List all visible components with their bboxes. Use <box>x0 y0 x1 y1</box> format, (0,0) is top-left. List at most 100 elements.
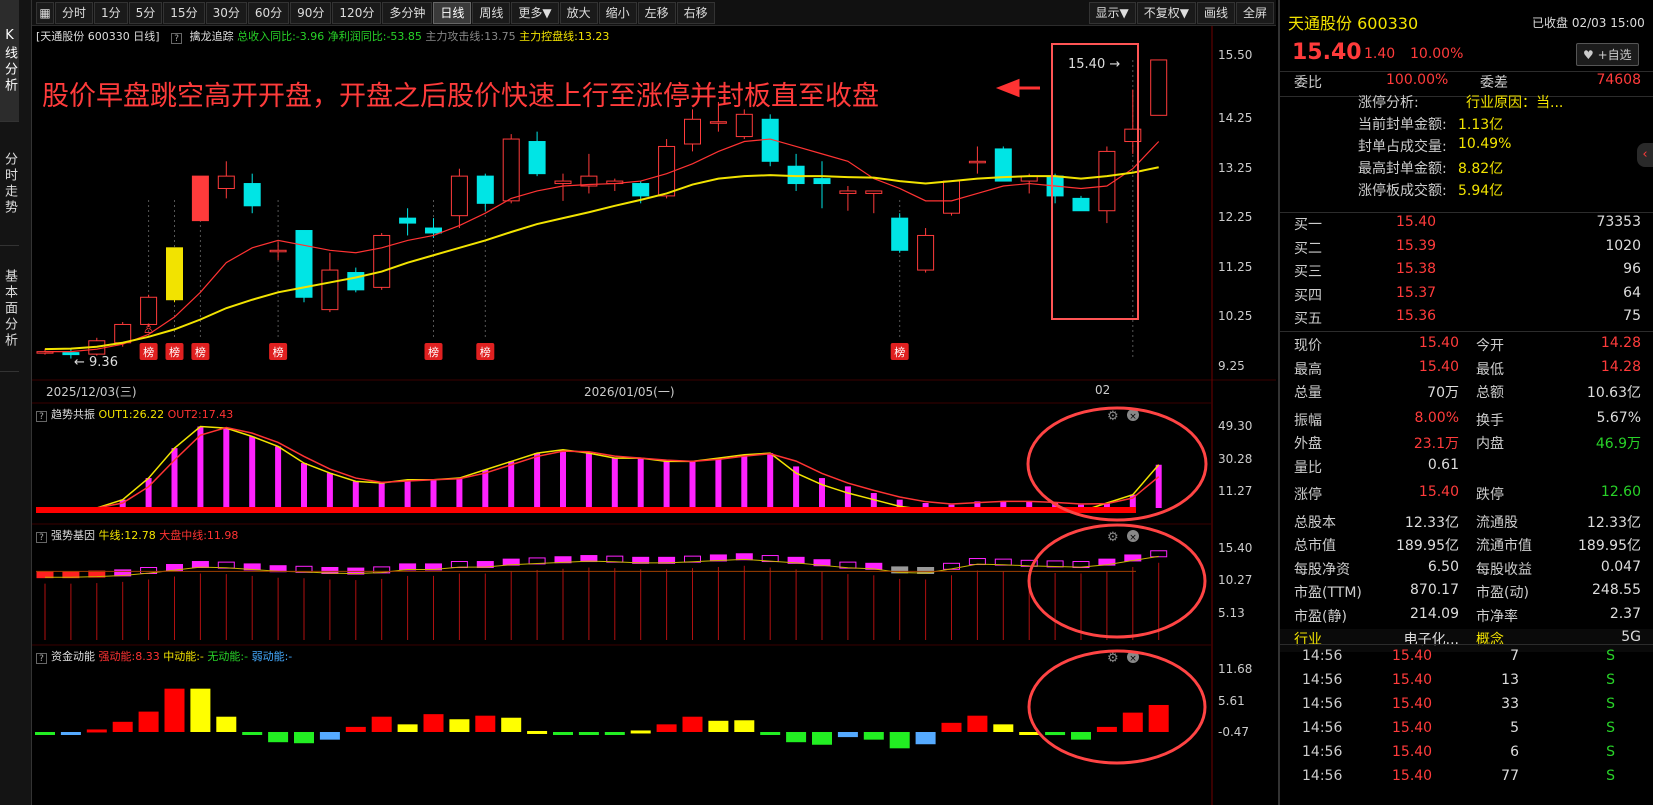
quote-value: 14.28 <box>1600 335 1641 351</box>
bid-row[interactable]: 买三 15.38 96 <box>1280 261 1653 284</box>
svg-text:榜: 榜 <box>143 345 154 359</box>
tab-fundamental[interactable]: 基本面分析 <box>0 246 19 372</box>
bang-marker[interactable]: 榜 <box>424 343 443 360</box>
weicha-label: 委差 <box>1480 75 1508 91</box>
stock-name[interactable]: 天通股份 600330 <box>1288 10 1418 34</box>
quote-value: 248.55 <box>1592 582 1641 598</box>
limit-value: 行业原因：当... <box>1466 95 1564 111</box>
tab-intraday[interactable]: 分时走势 <box>0 122 19 246</box>
candle <box>813 161 831 209</box>
revenue-yoy: 总收入同比:-3.96 <box>237 30 325 43</box>
momentum-bar <box>294 732 314 744</box>
axis-tick: 10.27 <box>1218 573 1253 587</box>
period-button[interactable]: 1分 <box>94 1 128 24</box>
period-button[interactable]: 日线 <box>433 1 472 24</box>
bid-row[interactable]: 买四 15.37 64 <box>1280 285 1653 308</box>
price-tick: 14.25 <box>1218 111 1253 125</box>
bid-row[interactable]: 买一 15.40 73353 <box>1280 214 1653 237</box>
price-tick: 15.50 <box>1218 48 1253 62</box>
tab-kline[interactable]: K线分析 <box>0 0 19 122</box>
toolbar-button[interactable]: 显示▼ <box>1088 2 1136 24</box>
gear-icon[interactable]: ⚙ <box>1107 651 1119 666</box>
collapse-arrow-icon[interactable]: ‹ <box>1637 143 1653 167</box>
candle <box>1098 146 1116 224</box>
period-button[interactable]: 缩小 <box>598 1 637 24</box>
sub3-axis: 11.68 5.61 -0.47 <box>1212 645 1276 805</box>
momentum-bar <box>578 732 599 735</box>
panel-settings[interactable]: ⚙ × <box>1107 530 1139 545</box>
add-watchlist-button[interactable]: ♥ +自选 <box>1576 43 1639 66</box>
indicator-name[interactable]: 擒龙追踪 <box>190 30 234 43</box>
gear-icon[interactable]: ⚙ <box>1107 409 1119 424</box>
help-icon[interactable]: ? <box>36 532 47 543</box>
period-button[interactable]: 分时 <box>55 1 94 24</box>
period-button[interactable]: 15分 <box>163 1 205 24</box>
gene-bar <box>88 570 106 578</box>
indicator-name[interactable]: 强势基因 <box>51 529 95 542</box>
period-button[interactable]: 更多▼ <box>511 1 559 24</box>
help-icon[interactable]: ? <box>171 33 183 44</box>
period-button[interactable]: 5分 <box>128 1 163 24</box>
period-button[interactable]: 多分钟 <box>382 1 433 24</box>
period-button[interactable]: 30分 <box>205 1 247 24</box>
gene-bar <box>295 565 313 573</box>
gear-icon[interactable]: ⚙ <box>1107 530 1119 545</box>
svg-text:×: × <box>1129 533 1137 543</box>
bid-volume: 75 <box>1623 308 1641 324</box>
gene-bar <box>813 559 831 567</box>
resonance-bar <box>301 463 307 508</box>
bang-marker[interactable]: 榜 <box>890 343 909 360</box>
panel-settings[interactable]: ⚙ × <box>1107 651 1139 666</box>
candle <box>295 230 313 303</box>
resonance-bar <box>1155 464 1162 508</box>
resonance-bar <box>715 458 722 508</box>
momentum-bar <box>449 719 470 732</box>
momentum-bar <box>138 711 159 732</box>
period-button[interactable]: 右移 <box>676 1 715 24</box>
momentum-bar <box>734 720 755 732</box>
period-button[interactable]: 120分 <box>332 1 382 24</box>
period-button[interactable]: 90分 <box>290 1 332 24</box>
out1-line <box>45 425 1160 513</box>
bang-marker[interactable]: 榜 <box>269 343 288 360</box>
bang-marker[interactable]: 榜 <box>476 343 495 360</box>
period-button[interactable]: 放大 <box>559 1 598 24</box>
period-button[interactable]: 左移 <box>637 1 676 24</box>
help-icon[interactable]: ? <box>36 411 47 422</box>
grid-toggle-icon[interactable]: ▦ <box>36 1 54 24</box>
help-icon[interactable]: ? <box>36 653 47 664</box>
quote-row: 每股净资 6.50 每股收益 0.047 <box>1280 559 1653 582</box>
legend-bull: 牛线:12.78 <box>98 529 156 542</box>
toolbar-button[interactable]: 不复权▼ <box>1136 2 1196 24</box>
legend-market: 大盘中线:11.98 <box>159 529 239 542</box>
attack-line: 主力攻击线:13.75 <box>425 30 516 43</box>
bang-marker[interactable]: 榜 <box>165 343 184 360</box>
period-button[interactable]: 周线 <box>472 1 511 24</box>
period-button[interactable]: 60分 <box>247 1 290 24</box>
quote-value: 12.33亿 <box>1404 514 1459 531</box>
bid-row[interactable]: 买五 15.36 75 <box>1280 308 1653 331</box>
quote-label: 总额 <box>1476 385 1504 401</box>
bang-marker[interactable]: 榜 <box>191 343 210 360</box>
gene-bar <box>528 557 546 565</box>
resonance-bar <box>741 454 748 508</box>
bid-price: 15.40 <box>1396 214 1437 230</box>
quote-value: 70万 <box>1427 385 1459 401</box>
close-icon[interactable] <box>1127 409 1139 421</box>
bid-volume: 1020 <box>1605 237 1641 254</box>
bid-row[interactable]: 买二 15.39 1020 <box>1280 238 1653 261</box>
tick-side: S <box>1606 768 1615 784</box>
close-icon[interactable] <box>1127 651 1139 663</box>
indicator-name[interactable]: 趋势共振 <box>51 408 95 421</box>
close-icon[interactable] <box>1127 530 1139 542</box>
momentum-bar <box>164 688 185 732</box>
bang-marker[interactable]: 榜 <box>139 343 158 360</box>
indicator-name[interactable]: 资金动能 <box>51 650 95 663</box>
panel-settings[interactable]: ⚙ × <box>1107 409 1139 424</box>
quote-label: 现价 <box>1294 338 1322 354</box>
candle <box>943 180 960 216</box>
kline-chart[interactable]: 榜榜榜榜榜榜榜★♙ ⚙ ×⚙ ×⚙ × <box>0 0 1276 805</box>
momentum-bar <box>708 720 729 732</box>
quote-value: 8.00% <box>1414 409 1459 426</box>
axis-tick: 30.28 <box>1218 452 1253 466</box>
